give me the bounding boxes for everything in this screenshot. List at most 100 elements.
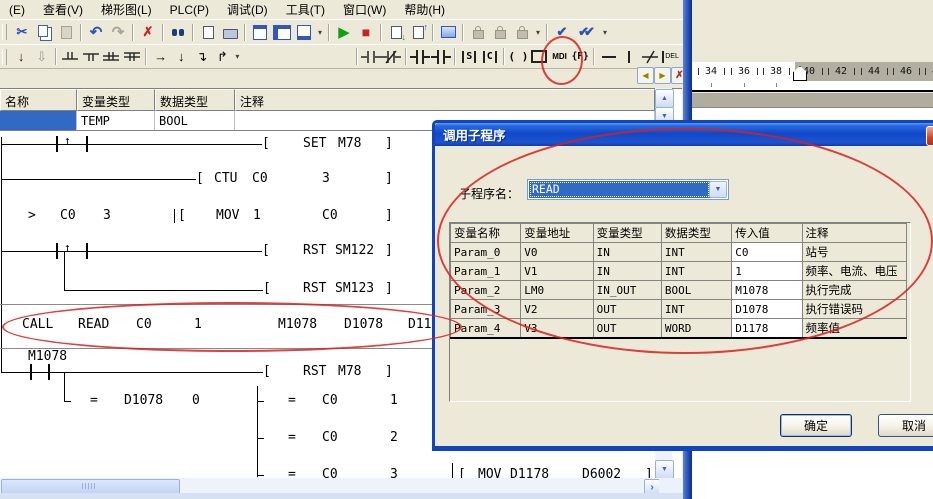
rung7-op: RST — [303, 365, 326, 379]
menu-tools[interactable]: 工具(T) — [277, 0, 334, 20]
param-value-input[interactable]: D1178 — [732, 319, 802, 339]
junction-cross-up-icon[interactable] — [101, 47, 122, 67]
mdi-icon[interactable]: MDI — [549, 47, 570, 67]
line-down-icon[interactable]: ↓ — [171, 47, 192, 67]
line-caret-icon[interactable]: ▾ — [233, 52, 242, 61]
unlock-icon[interactable] — [489, 22, 511, 42]
line-corner-down-icon[interactable]: ↴ — [192, 47, 213, 67]
print-preview-icon[interactable] — [197, 22, 219, 42]
line-right-icon[interactable]: → — [150, 47, 171, 67]
ladder-left-rail — [1, 137, 2, 372]
nav-next-button[interactable]: ▶ — [654, 67, 671, 84]
var-col-comment: 注释 — [235, 89, 655, 111]
stop-icon[interactable]: ■ — [355, 22, 377, 42]
var-col-vartype: 变量类型 — [77, 89, 155, 111]
param-value-input[interactable]: D1078 — [732, 300, 802, 319]
lock-icon[interactable] — [467, 22, 489, 42]
monitor-icon[interactable] — [437, 22, 459, 42]
menu-plc[interactable]: PLC(P) — [161, 1, 218, 19]
cancel-button[interactable]: 取消 — [878, 414, 933, 437]
ok-button[interactable]: 确定 — [780, 414, 852, 437]
menu-debug[interactable]: 调试(D) — [218, 0, 277, 20]
junction-up-icon[interactable] — [81, 47, 102, 67]
delete-line-icon[interactable] — [640, 47, 661, 67]
toolbar-standard: ✂ ↶ ↷ ✗ ▾ ▶ ■ ↓ ↑ ▾ ✔ ✔✔ ▾ — [0, 19, 690, 45]
window-layout-2-icon[interactable] — [271, 22, 293, 42]
menu-help[interactable]: 帮助(H) — [395, 0, 454, 20]
param-row: Param_3 V2 OUT INT D1078 执行错误码 — [451, 300, 907, 319]
delete-vline-icon[interactable]: DEL — [660, 47, 681, 67]
param-value-input[interactable]: C0 — [732, 243, 802, 262]
lock-all-icon[interactable] — [511, 22, 533, 42]
toolbar-ladder: ↓ ⇩ → ↓ ↴ ↱ ▾ S C ( ) MDI {F} DEL ▾ — [0, 44, 690, 69]
run-icon[interactable]: ▶ — [333, 22, 355, 42]
call-subroutine-dialog: 调用子程序 ✕ 子程序名： READ ▼ 变量名称 变量地址 变量类型 数据类型… — [432, 120, 933, 451]
line-corner-up-icon[interactable]: ↱ — [212, 47, 233, 67]
param-row: Param_1 V1 IN INT 1 频率、电流、电压 — [451, 262, 907, 281]
compile-all-icon[interactable]: ✔✔ — [573, 22, 600, 42]
param-value-input[interactable]: M1078 — [732, 281, 802, 300]
rung4-op: RST — [303, 244, 326, 258]
redo-icon[interactable]: ↷ — [107, 22, 129, 42]
find-icon[interactable] — [167, 22, 189, 42]
lock-caret-icon[interactable]: ▾ — [533, 28, 543, 37]
vline-icon[interactable] — [619, 47, 640, 67]
window-layout-3-icon[interactable] — [293, 22, 315, 42]
upload-icon[interactable]: ↑ — [407, 22, 429, 42]
toolbar-grip — [2, 24, 7, 40]
subroutine-name-label: 子程序名： — [459, 185, 519, 202]
delete-icon[interactable]: ✗ — [137, 22, 159, 42]
param-table-header: 变量名称 变量地址 变量类型 数据类型 传入值 注释 — [451, 224, 907, 243]
call-op: CALL — [22, 318, 53, 332]
scroll-up-button[interactable]: ▲ — [655, 89, 674, 108]
menu-ladder[interactable]: 梯形图(L) — [92, 0, 161, 20]
dialog-titlebar[interactable]: 调用子程序 — [435, 123, 933, 146]
menu-bar: (E) 查看(V) 梯形图(L) PLC(P) 调试(D) 工具(T) 窗口(W… — [0, 0, 690, 19]
menu-edit[interactable]: (E) — [0, 1, 34, 19]
download-icon[interactable]: ↓ — [385, 22, 407, 42]
junction-down-icon[interactable] — [60, 47, 81, 67]
nav-prev-button[interactable]: ◀ — [637, 67, 654, 84]
close-icon[interactable]: ✕ — [926, 126, 933, 146]
var-cell-datatype[interactable]: BOOL — [155, 111, 235, 131]
compile-caret-icon[interactable]: ▾ — [600, 28, 610, 37]
edge-up-arrow: ↑ — [64, 134, 71, 148]
subroutine-selected-value: READ — [529, 181, 710, 198]
function-box-icon[interactable] — [529, 47, 550, 67]
contact-immediate-nc-icon[interactable] — [430, 47, 451, 67]
subroutine-select[interactable]: READ ▼ — [527, 179, 729, 200]
var-cell-name-selected[interactable] — [0, 111, 77, 131]
paste-icon[interactable] — [55, 22, 77, 42]
insert-down-icon[interactable]: ↓ — [11, 47, 32, 67]
menu-window[interactable]: 窗口(W) — [334, 0, 395, 20]
var-col-name: 名称 — [0, 89, 77, 111]
chevron-down-icon[interactable]: ▼ — [709, 181, 727, 198]
contact-nc-icon[interactable] — [381, 47, 402, 67]
compile-check-icon[interactable]: ✔ — [551, 22, 573, 42]
scroll-down-button-2[interactable]: ▼ — [655, 460, 674, 479]
hline-icon[interactable] — [598, 47, 619, 67]
junction-cross-down-icon[interactable] — [122, 47, 143, 67]
param-row: Param_2 LM0 IN_OUT BOOL M1078 执行完成 — [451, 281, 907, 300]
insert-down-outline-icon[interactable]: ⇩ — [31, 47, 52, 67]
rung2-op: CTU — [214, 172, 237, 186]
var-cell-vartype[interactable]: TEMP — [77, 111, 155, 131]
ruler: 34 36 38 40 42 44 46 48 — [692, 62, 933, 81]
menu-view[interactable]: 查看(V) — [34, 0, 92, 20]
cut-icon[interactable]: ✂ — [11, 22, 33, 42]
contact-immediate-icon[interactable] — [410, 47, 431, 67]
f-instruction-icon[interactable]: {F} — [570, 47, 591, 67]
param-value-input[interactable]: 1 — [732, 262, 802, 281]
set-coil-icon[interactable]: S — [459, 47, 480, 67]
copy-icon[interactable] — [33, 22, 55, 42]
undo-icon[interactable]: ↶ — [85, 22, 107, 42]
window-layout-1-icon[interactable] — [249, 22, 271, 42]
count-coil-icon[interactable]: C — [480, 47, 501, 67]
output-coil-icon[interactable]: ( ) — [508, 47, 529, 67]
contact-label: M1078 — [28, 350, 67, 364]
contact-no-icon[interactable] — [361, 47, 382, 67]
param-row: Param_0 V0 IN INT C0 站号 — [451, 243, 907, 262]
print-icon[interactable] — [219, 22, 241, 42]
window-layout-caret-icon[interactable]: ▾ — [315, 28, 325, 37]
rung5-op: RST — [303, 282, 326, 296]
